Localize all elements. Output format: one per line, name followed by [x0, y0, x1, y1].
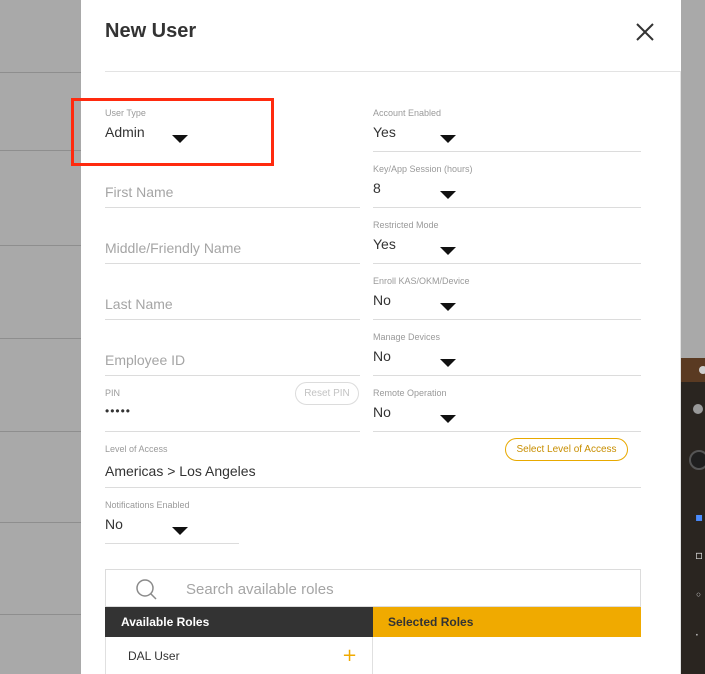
chevron-down-icon[interactable] [440, 415, 456, 423]
backdrop-divider [0, 245, 81, 246]
roles-search-input[interactable] [186, 578, 606, 600]
chevron-down-icon[interactable] [440, 135, 456, 143]
select-level-of-access-button[interactable]: Select Level of Access [505, 438, 628, 461]
last-name-placeholder: Last Name [105, 296, 173, 312]
role-name: DAL User [128, 649, 180, 663]
chevron-down-icon[interactable] [440, 247, 456, 255]
pin-label: PIN [105, 388, 121, 398]
window-control-icon [699, 366, 705, 374]
first-name-field[interactable]: First Name [105, 164, 360, 208]
backdrop-divider [0, 431, 81, 432]
remote-operation-label: Remote Operation [373, 388, 447, 398]
notifications-enabled-label: Notifications Enabled [105, 500, 190, 510]
restricted-mode-value: Yes [373, 236, 396, 252]
close-icon[interactable] [634, 21, 656, 43]
record-icon [693, 404, 703, 414]
backdrop-divider [0, 522, 81, 523]
middle-name-field[interactable]: Middle/Friendly Name [105, 220, 360, 264]
first-name-placeholder: First Name [105, 184, 174, 200]
level-of-access-label: Level of Access [105, 444, 168, 454]
key-app-session-label: Key/App Session (hours) [373, 164, 473, 174]
key-app-session-select[interactable]: Key/App Session (hours) 8 [373, 164, 641, 208]
add-icon[interactable]: + [342, 647, 357, 665]
chevron-down-icon[interactable] [172, 527, 188, 535]
enroll-kas-value: No [373, 292, 391, 308]
manage-devices-select[interactable]: Manage Devices No [373, 332, 641, 376]
search-icon [136, 579, 157, 600]
backdrop-divider [0, 72, 81, 73]
available-roles-list: DAL User + [105, 637, 373, 674]
chevron-down-icon[interactable] [440, 303, 456, 311]
enroll-kas-select[interactable]: Enroll KAS/OKM/Device No [373, 276, 641, 320]
restricted-mode-label: Restricted Mode [373, 220, 439, 230]
roles-search-bar [105, 569, 641, 607]
remote-operation-select[interactable]: Remote Operation No [373, 388, 641, 432]
employee-id-placeholder: Employee ID [105, 352, 186, 368]
calendar-icon: ▫ [695, 548, 704, 562]
selected-roles-header: Selected Roles [373, 607, 641, 637]
account-enabled-label: Account Enabled [373, 108, 442, 118]
manage-devices-value: No [373, 348, 391, 364]
contacts-icon: ◦ [695, 588, 703, 602]
backdrop-divider [0, 338, 81, 339]
reset-pin-button[interactable]: Reset PIN [295, 382, 359, 405]
mail-icon: ▪ [695, 510, 704, 524]
middle-name-placeholder: Middle/Friendly Name [105, 240, 242, 256]
restricted-mode-select[interactable]: Restricted Mode Yes [373, 220, 641, 264]
globe-icon [689, 450, 705, 470]
employee-id-field[interactable]: Employee ID [105, 332, 360, 376]
notifications-enabled-value: No [105, 516, 123, 532]
remote-operation-value: No [373, 404, 391, 420]
manage-devices-label: Manage Devices [373, 332, 441, 342]
chevron-down-icon[interactable] [440, 359, 456, 367]
background-window-edge: ▪ ▫ ◦ · [681, 358, 705, 674]
account-enabled-value: Yes [373, 124, 396, 140]
enroll-kas-label: Enroll KAS/OKM/Device [373, 276, 470, 286]
backdrop-divider [0, 150, 81, 151]
highlight-box [71, 98, 274, 166]
chevron-down-icon[interactable] [440, 191, 456, 199]
available-roles-header: Available Roles [105, 607, 373, 637]
key-app-session-value: 8 [373, 180, 381, 196]
more-icon: · [695, 628, 699, 642]
last-name-field[interactable]: Last Name [105, 276, 360, 320]
scrollbar-track[interactable] [680, 72, 681, 674]
backdrop-divider [0, 614, 81, 615]
dialog-title: New User [105, 20, 197, 42]
account-enabled-select[interactable]: Account Enabled Yes [373, 108, 641, 152]
notifications-enabled-select[interactable]: Notifications Enabled No [105, 500, 239, 544]
level-of-access-value: Americas > Los Angeles [105, 463, 256, 479]
pin-value: ••••• [105, 404, 132, 418]
